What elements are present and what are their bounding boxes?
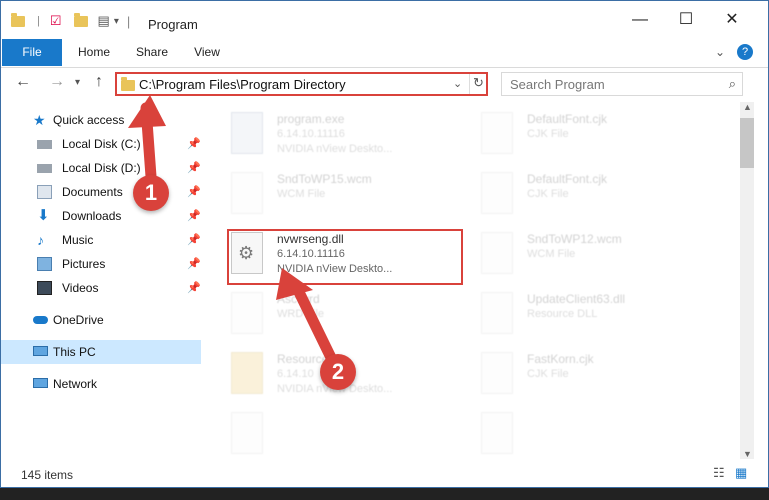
arrow-1-head	[128, 95, 166, 128]
annotation-badge-2: 2	[320, 354, 356, 390]
annotation-badge-1: 1	[133, 175, 169, 211]
taskbar	[0, 488, 769, 500]
annotation-arrows	[128, 95, 344, 378]
